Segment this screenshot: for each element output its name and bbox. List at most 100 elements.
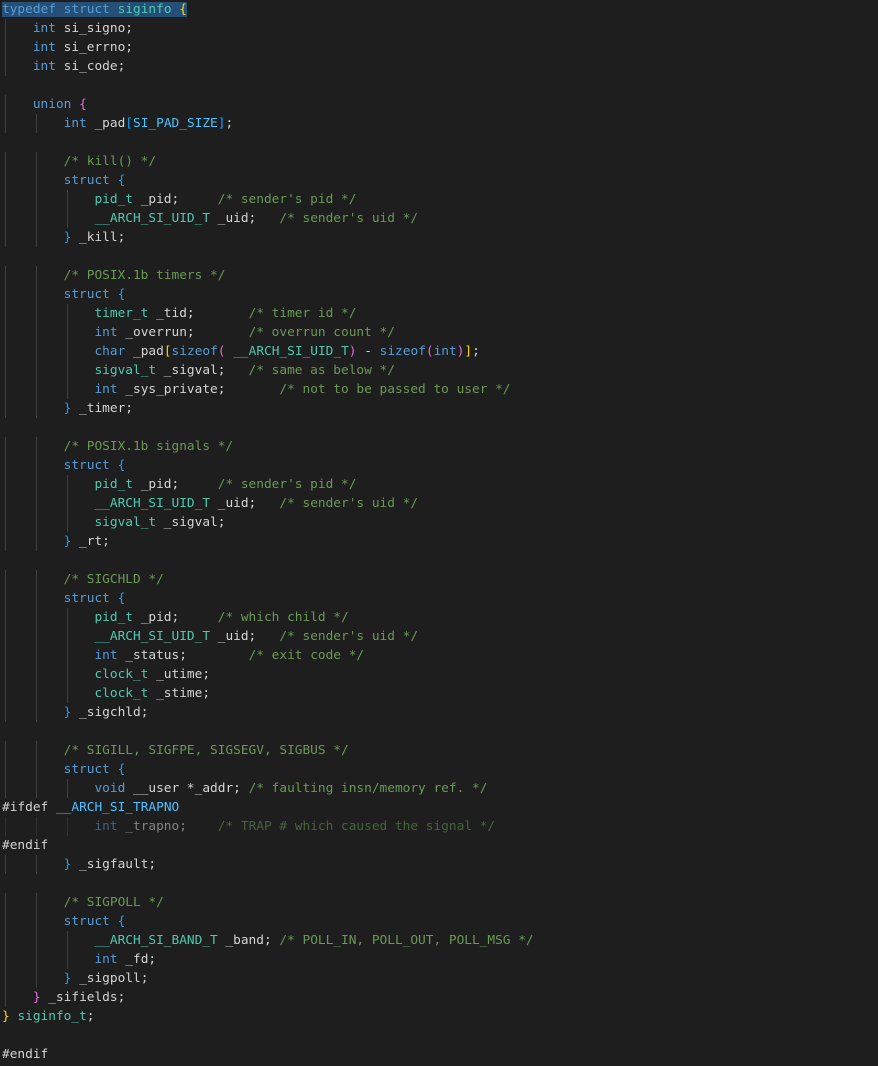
code-token: SI_PAD_SIZE bbox=[133, 116, 218, 131]
code-line[interactable]: int _sys_private; /* not to be passed to… bbox=[2, 380, 534, 399]
code-line[interactable] bbox=[2, 76, 534, 95]
code-line[interactable]: int _pad[SI_PAD_SIZE]; bbox=[2, 114, 534, 133]
code-line[interactable]: timer_t _tid; /* timer id */ bbox=[2, 304, 534, 323]
code-token: /* SIGCHLD */ bbox=[63, 572, 164, 587]
code-line[interactable]: __ARCH_SI_UID_T _uid; /* sender's uid */ bbox=[2, 494, 534, 513]
indent-guide bbox=[36, 323, 37, 342]
indent-guide bbox=[36, 931, 37, 950]
code-line[interactable] bbox=[2, 722, 534, 741]
code-line[interactable]: void __user *_addr; /* faulting insn/mem… bbox=[2, 779, 534, 798]
indent-guide bbox=[67, 627, 68, 646]
code-token: _sigpoll; bbox=[71, 971, 149, 986]
code-line[interactable]: #endif bbox=[2, 1045, 534, 1064]
code-line[interactable]: } _sigchld; bbox=[2, 703, 534, 722]
indent-guide bbox=[36, 703, 37, 722]
indent-guide bbox=[5, 361, 6, 380]
indent-guide bbox=[67, 950, 68, 969]
code-token: si_signo; bbox=[55, 21, 133, 36]
indent-guide bbox=[5, 266, 6, 285]
code-line[interactable]: /* SIGPOLL */ bbox=[2, 893, 534, 912]
code-line[interactable] bbox=[2, 1026, 534, 1045]
code-token: /* overrun count */ bbox=[248, 325, 395, 340]
code-line[interactable] bbox=[2, 247, 534, 266]
code-line[interactable] bbox=[2, 874, 534, 893]
code-token: int bbox=[433, 344, 457, 359]
code-editor[interactable]: typedef struct siginfo { int si_signo; i… bbox=[0, 0, 878, 1066]
code-line[interactable]: /* kill() */ bbox=[2, 152, 534, 171]
code-line[interactable]: __ARCH_SI_UID_T _uid; /* sender's uid */ bbox=[2, 209, 534, 228]
code-line[interactable]: union { bbox=[2, 95, 534, 114]
code-line[interactable]: } _timer; bbox=[2, 399, 534, 418]
code-line[interactable]: struct { bbox=[2, 456, 534, 475]
code-line[interactable]: struct { bbox=[2, 912, 534, 931]
code-line[interactable]: int _overrun; /* overrun count */ bbox=[2, 323, 534, 342]
code-line[interactable]: int si_code; bbox=[2, 57, 534, 76]
code-line[interactable]: sigval_t _sigval; /* same as below */ bbox=[2, 361, 534, 380]
code-lines[interactable]: typedef struct siginfo { int si_signo; i… bbox=[2, 0, 534, 1064]
indent-guide bbox=[67, 304, 68, 323]
code-token: siginfo bbox=[117, 2, 172, 17]
code-line[interactable]: int si_errno; bbox=[2, 38, 534, 57]
code-line[interactable]: } _sigfault; bbox=[2, 855, 534, 874]
code-token: si_errno; bbox=[55, 40, 133, 55]
code-line[interactable]: /* SIGCHLD */ bbox=[2, 570, 534, 589]
code-token: _pid; bbox=[132, 610, 218, 625]
code-line[interactable]: int _trapno; /* TRAP # which caused the … bbox=[2, 817, 534, 836]
code-token: { bbox=[79, 97, 87, 112]
code-token: sigval_t bbox=[94, 363, 157, 378]
code-token: int bbox=[63, 116, 87, 131]
code-line[interactable]: } _kill; bbox=[2, 228, 534, 247]
code-line[interactable]: sigval_t _sigval; bbox=[2, 513, 534, 532]
indent-guide bbox=[5, 684, 6, 703]
code-line[interactable]: clock_t _utime; bbox=[2, 665, 534, 684]
indent-guide bbox=[36, 342, 37, 361]
code-line[interactable]: int _status; /* exit code */ bbox=[2, 646, 534, 665]
code-token: int bbox=[32, 59, 56, 74]
code-line[interactable]: int _fd; bbox=[2, 950, 534, 969]
code-line[interactable]: clock_t _stime; bbox=[2, 684, 534, 703]
code-line[interactable]: /* POSIX.1b timers */ bbox=[2, 266, 534, 285]
code-line[interactable]: struct { bbox=[2, 171, 534, 190]
code-line[interactable]: } siginfo_t; bbox=[2, 1007, 534, 1026]
code-line[interactable]: struct { bbox=[2, 589, 534, 608]
indent-guide bbox=[36, 741, 37, 760]
code-token: } bbox=[32, 990, 41, 1005]
indent-guide bbox=[67, 190, 68, 209]
code-line[interactable] bbox=[2, 551, 534, 570]
code-line[interactable]: char _pad[sizeof( __ARCH_SI_UID_T) - siz… bbox=[2, 342, 534, 361]
indent-guide bbox=[36, 855, 37, 874]
code-line[interactable]: /* POSIX.1b signals */ bbox=[2, 437, 534, 456]
code-line[interactable]: struct { bbox=[2, 285, 534, 304]
code-token: struct bbox=[63, 287, 110, 302]
code-line[interactable]: } _sifields; bbox=[2, 988, 534, 1007]
code-line[interactable]: /* SIGILL, SIGFPE, SIGSEGV, SIGBUS */ bbox=[2, 741, 534, 760]
code-line[interactable] bbox=[2, 133, 534, 152]
code-line[interactable]: typedef struct siginfo { bbox=[2, 0, 534, 19]
code-line[interactable]: #ifdef __ARCH_SI_TRAPNO bbox=[2, 798, 534, 817]
code-line[interactable] bbox=[2, 418, 534, 437]
code-token bbox=[109, 2, 118, 17]
code-line[interactable]: struct { bbox=[2, 760, 534, 779]
code-line[interactable]: pid_t _pid; /* which child */ bbox=[2, 608, 534, 627]
code-line[interactable]: pid_t _pid; /* sender's pid */ bbox=[2, 475, 534, 494]
code-line[interactable]: } _sigpoll; bbox=[2, 969, 534, 988]
code-line[interactable]: } _rt; bbox=[2, 532, 534, 551]
code-token: _trapno; bbox=[117, 819, 218, 834]
code-token: /* same as below */ bbox=[248, 363, 395, 378]
code-line[interactable]: int si_signo; bbox=[2, 19, 534, 38]
code-line[interactable]: __ARCH_SI_BAND_T _band; /* POLL_IN, POLL… bbox=[2, 931, 534, 950]
indent-guide bbox=[36, 475, 37, 494]
code-line[interactable]: #endif bbox=[2, 836, 534, 855]
code-line[interactable]: pid_t _pid; /* sender's pid */ bbox=[2, 190, 534, 209]
code-line[interactable]: __ARCH_SI_UID_T _uid; /* sender's uid */ bbox=[2, 627, 534, 646]
indent-guide bbox=[67, 779, 68, 798]
